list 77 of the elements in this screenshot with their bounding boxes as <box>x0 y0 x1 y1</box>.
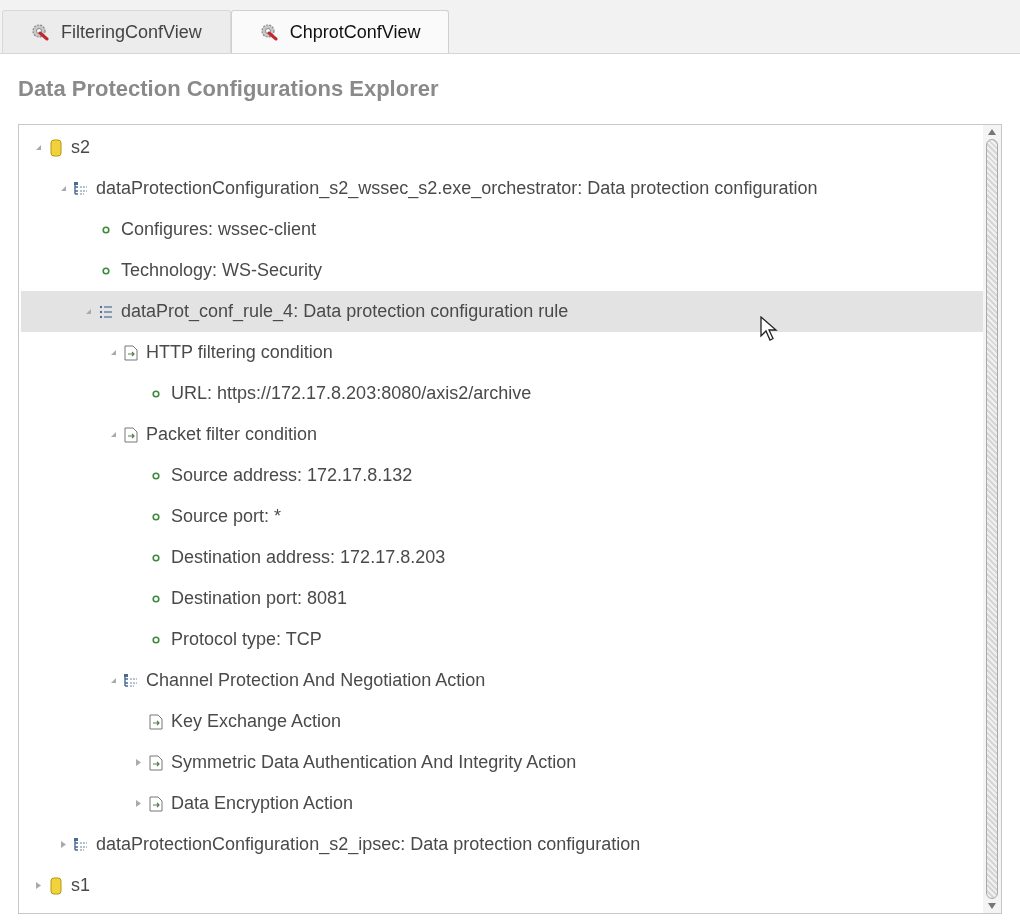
tree-item[interactable]: Packet filter condition <box>21 414 983 455</box>
tree-item-label: dataProtectionConfiguration_s2_ipsec: Data protection configuration <box>96 833 641 857</box>
tree-item-label: URL: https://172.17.8.203:8080/axis2/archive <box>171 382 532 405</box>
tree-item-label: Destination address: 172.17.8.203 <box>171 546 446 569</box>
tree-item-label: Protocol type: TCP <box>171 628 322 651</box>
list-icon <box>99 304 113 319</box>
gear-wrench-icon <box>259 23 278 41</box>
tree-item[interactable]: HTTP filtering condition <box>21 332 983 373</box>
bullet-icon <box>152 512 160 521</box>
tab[interactable]: FilteringConfView <box>2 10 231 53</box>
collapsed-arrow-icon[interactable] <box>134 800 142 807</box>
tree-item[interactable]: Channel Protection And Negotiation Action <box>21 660 983 701</box>
bullet-icon <box>152 471 160 480</box>
tree-item-label: s2 <box>71 136 90 159</box>
expanded-arrow-icon[interactable] <box>34 144 42 151</box>
tree-item[interactable]: s1 <box>21 865 983 906</box>
hierarchy-icon <box>74 837 88 852</box>
bullet-icon <box>102 225 110 234</box>
bullet-icon <box>152 389 160 398</box>
tree-item-label: Key Exchange Action <box>171 710 342 733</box>
tree-item-label: Configures: wssec-client <box>121 218 317 241</box>
tab[interactable]: ChprotConfView <box>230 10 450 53</box>
tree-item-label: Source port: * <box>171 505 282 528</box>
bullet-icon <box>152 553 160 562</box>
tree-item[interactable]: dataProtectionConfiguration_s2_wssec_s2.exe_orchestrator: Data protection configuration <box>21 168 983 209</box>
cylinder-icon <box>50 138 62 157</box>
scroll-up-icon[interactable] <box>988 129 996 135</box>
document-arrow-icon <box>124 344 138 361</box>
expanded-arrow-icon[interactable] <box>59 185 67 192</box>
mouse-pointer-icon <box>760 316 778 342</box>
expanded-arrow-icon[interactable] <box>109 349 117 356</box>
bullet-icon <box>102 266 110 275</box>
tree-item[interactable]: Source address: 172.17.8.132 <box>21 455 983 496</box>
expanded-arrow-icon[interactable] <box>109 677 117 684</box>
tree-item[interactable]: Protocol type: TCP <box>21 619 983 660</box>
tree-item-label: Source address: 172.17.8.132 <box>171 464 413 487</box>
tree-item[interactable]: Technology: WS-Security <box>21 250 983 291</box>
explorer-title: Data Protection Configurations Explorer <box>18 75 440 103</box>
tree-item[interactable]: Data Encryption Action <box>21 783 983 824</box>
cylinder-icon <box>50 876 62 895</box>
bullet-icon <box>152 594 160 603</box>
expanded-arrow-icon[interactable] <box>109 431 117 438</box>
collapsed-arrow-icon[interactable] <box>134 759 142 766</box>
expanded-arrow-icon[interactable] <box>84 308 92 315</box>
hierarchy-icon <box>124 673 138 688</box>
collapsed-arrow-icon[interactable] <box>59 841 67 848</box>
scroll-down-icon[interactable] <box>988 903 996 909</box>
tree-item[interactable]: URL: https://172.17.8.203:8080/axis2/archive <box>21 373 983 414</box>
collapsed-arrow-icon[interactable] <box>34 882 42 889</box>
tree-item-label: Destination port: 8081 <box>171 587 348 610</box>
tree-item-label: Data Encryption Action <box>171 792 354 815</box>
hierarchy-icon <box>74 181 88 196</box>
document-arrow-icon <box>124 426 138 443</box>
tree-item-label: dataProt_conf_rule_4: Data protection configuration rule <box>121 300 569 324</box>
scrollbar-thumb[interactable] <box>986 139 998 899</box>
tree-item[interactable]: Destination address: 172.17.8.203 <box>21 537 983 578</box>
tree-item[interactable]: Symmetric Data Authentication And Integrity Action <box>21 742 983 783</box>
tree-item-label: dataProtectionConfiguration_s2_wssec_s2.exe_orchestrator: Data protection configuration <box>96 177 818 201</box>
tree-item-label: Symmetric Data Authentication And Integrity Action <box>171 751 577 774</box>
document-arrow-icon <box>149 754 163 771</box>
tree-item-label: Technology: WS-Security <box>121 259 323 282</box>
document-arrow-icon <box>149 713 163 730</box>
tree-item[interactable]: s2 <box>21 127 983 168</box>
tree-item-label: Channel Protection And Negotiation Action <box>146 669 486 692</box>
scrollbar[interactable] <box>983 125 1001 913</box>
tree-item[interactable]: Source port: * <box>21 496 983 537</box>
tree-item-label: s1 <box>71 874 90 897</box>
tree-item[interactable]: Configures: wssec-client <box>21 209 983 250</box>
tree-item[interactable]: Key Exchange Action <box>21 701 983 742</box>
tree-item[interactable]: Destination port: 8081 <box>21 578 983 619</box>
gear-wrench-icon <box>31 23 49 41</box>
document-arrow-icon <box>149 795 163 812</box>
tree-item-label: Packet filter condition <box>146 423 318 446</box>
tree-item[interactable]: dataProt_conf_rule_4: Data protection configuration rule <box>21 291 983 332</box>
tree-item-label: HTTP filtering condition <box>146 341 333 364</box>
bullet-icon <box>152 635 160 644</box>
tree-item[interactable]: dataProtectionConfiguration_s2_ipsec: Data protection configuration <box>21 824 983 865</box>
